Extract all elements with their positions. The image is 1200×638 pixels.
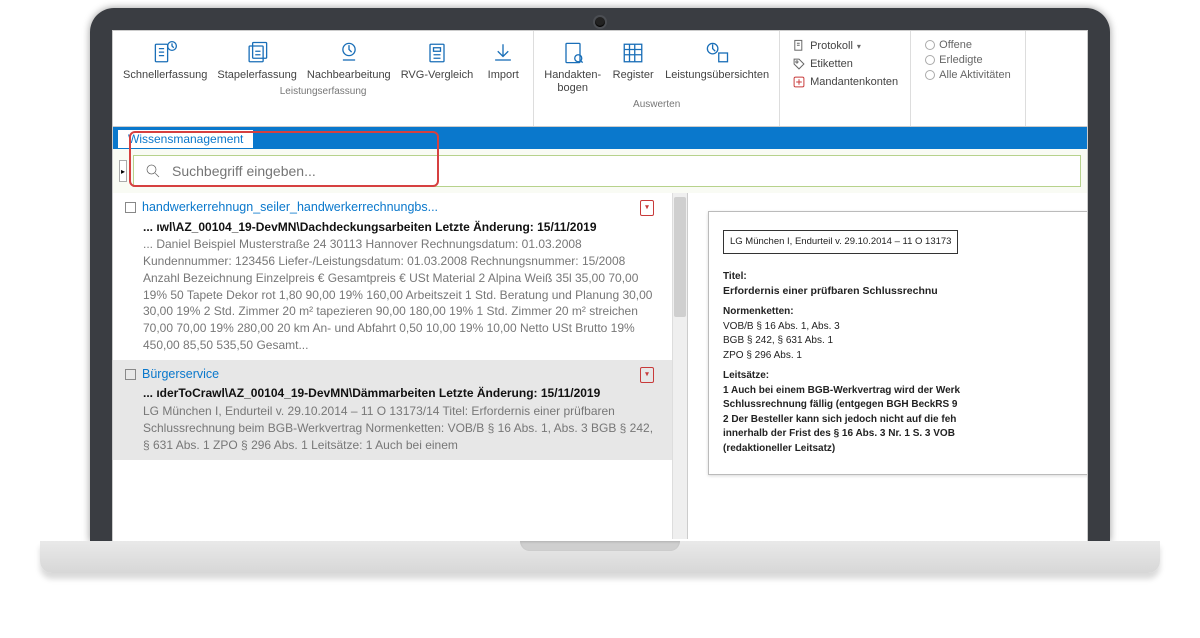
ribbon-mandantenkonten[interactable]: Mandantenkonten [792,75,898,89]
preview-norm: ZPO § 296 Abs. 1 [723,349,1087,364]
ribbon-etiketten[interactable]: Etiketten [792,57,898,71]
group-title: Leistungserfassung [280,86,367,97]
result-checkbox[interactable] [125,202,136,213]
ribbon-import[interactable]: Import [479,35,527,82]
account-icon [792,75,806,89]
scrollbar-thumb[interactable] [674,197,686,317]
laptop-base [40,541,1160,573]
expander-handle[interactable]: ▸ [119,160,127,182]
ribbon-register[interactable]: Register [607,35,659,82]
result-path: ... ıderToCrawl\AZ_00104_19-DevMN\Dämmar… [143,385,654,402]
search-input[interactable] [172,163,1070,179]
label: Offene [939,39,972,51]
ribbon-stapelerfassung[interactable]: Stapelerfassung [213,35,301,82]
camera-dot [595,17,605,27]
preview-document: LG München I, Endurteil v. 29.10.2014 – … [708,211,1087,475]
body: handwerkerrehnugn_seiler_handwerkerrechn… [113,193,1087,539]
ribbon-group-auswerten: Handakten- bogen Register Leistungsübers… [534,31,780,126]
handakten-icon [559,39,587,67]
search-box[interactable] [133,155,1081,187]
search-area: ▸ [113,149,1087,193]
result-item[interactable]: handwerkerrehnugn_seiler_handwerkerrechn… [113,193,672,360]
overview-icon [703,39,731,67]
pdf-icon: ▾ [640,367,654,383]
ribbon-group-tools: Protokoll ▾ Etiketten Mandantenkonten [780,31,911,126]
preview-norm: VOB/B § 16 Abs. 1, Abs. 3 [723,320,1087,335]
laptop-frame: Schnellerfassung Stapelerfassung Nachbea… [90,8,1110,542]
preview-leitsatz: 2 Der Besteller kann sich jedoch nicht a… [723,413,1087,428]
label: Handakten- bogen [544,69,601,95]
app-window: Schnellerfassung Stapelerfassung Nachbea… [112,30,1088,542]
results-scrollbar[interactable] [672,193,687,539]
preview-leitsatz: Schlussrechnung fällig (entgegen BGH Bec… [723,398,1087,413]
preview-titel: Erfordernis einer prüfbaren Schlussrechn… [723,284,1087,299]
tag-icon [792,57,806,71]
ribbon: Schnellerfassung Stapelerfassung Nachbea… [113,31,1087,127]
preview-leitsatz: innerhalb der Frist des § 16 Abs. 3 Nr. … [723,427,1087,442]
register-icon [619,39,647,67]
import-icon [489,39,517,67]
compare-icon [423,39,451,67]
ribbon-nachbearbeitung[interactable]: Nachbearbeitung [303,35,395,82]
filter-offene[interactable]: Offene [925,39,1011,51]
label: RVG-Vergleich [401,69,474,82]
preview-leitsaetze-label: Leitsätze: [723,369,1087,384]
result-checkbox[interactable] [125,369,136,380]
ribbon-protokoll[interactable]: Protokoll ▾ [792,39,898,53]
preview-leitsatz: 1 Auch bei einem BGB-Werkvertrag wird de… [723,384,1087,399]
label: Alle Aktivitäten [939,69,1011,81]
result-title[interactable]: handwerkerrehnugn_seiler_handwerkerrechn… [142,199,438,217]
dropdown-chevron-icon: ▾ [857,42,861,51]
preview-norm: BGB § 242, § 631 Abs. 1 [723,334,1087,349]
result-title[interactable]: Bürgerservice [142,366,219,384]
preview-normen-label: Normenketten: [723,305,1087,320]
result-snippet: ... Daniel Beispiel Musterstraße 24 3011… [143,236,654,354]
search-icon [144,162,162,180]
tab-bar: Wissensmanagement [113,127,1087,149]
ribbon-handaktenbogen[interactable]: Handakten- bogen [540,35,605,95]
ribbon-schnellerfassung[interactable]: Schnellerfassung [119,35,211,82]
label: Mandantenkonten [810,76,898,88]
results-list: handwerkerrehnugn_seiler_handwerkerrechn… [113,193,688,539]
postprocess-icon [335,39,363,67]
doc-icon [792,39,806,53]
pdf-icon: ▾ [640,200,654,216]
preview-leitsatz: (redaktioneller Leitsatz) [723,442,1087,457]
label: Stapelerfassung [217,69,297,82]
label: Schnellerfassung [123,69,207,82]
ribbon-rvg-vergleich[interactable]: RVG-Vergleich [397,35,478,82]
label: Erledigte [939,54,982,66]
label: Register [613,69,654,82]
label: Leistungsübersichten [665,69,769,82]
result-snippet: LG München I, Endurteil v. 29.10.2014 – … [143,403,654,453]
ribbon-leistungsuebersichten[interactable]: Leistungsübersichten [661,35,773,82]
label: Nachbearbeitung [307,69,391,82]
label: Protokoll [810,40,853,52]
result-item[interactable]: Bürgerservice ▾ ... ıderToCrawl\AZ_00104… [113,360,672,460]
result-path: ... ıwl\AZ_00104_19-DevMN\Dachdeckungsar… [143,219,654,236]
preview-titel-label: Titel: [723,270,1087,285]
filter-erledigte[interactable]: Erledigte [925,54,1011,66]
filter-alle[interactable]: Alle Aktivitäten [925,69,1011,81]
quick-capture-icon [151,39,179,67]
tab-wissensmanagement[interactable]: Wissensmanagement [117,129,254,148]
stack-icon [243,39,271,67]
label: Etiketten [810,58,853,70]
ribbon-group-leistungserfassung: Schnellerfassung Stapelerfassung Nachbea… [113,31,534,126]
group-title: Auswerten [633,99,680,110]
ribbon-group-filters: Offene Erledigte Alle Aktivitäten [911,31,1026,126]
label: Import [488,69,519,82]
preview-pane: LG München I, Endurteil v. 29.10.2014 – … [688,193,1087,539]
preview-court: LG München I, Endurteil v. 29.10.2014 – … [723,230,958,254]
